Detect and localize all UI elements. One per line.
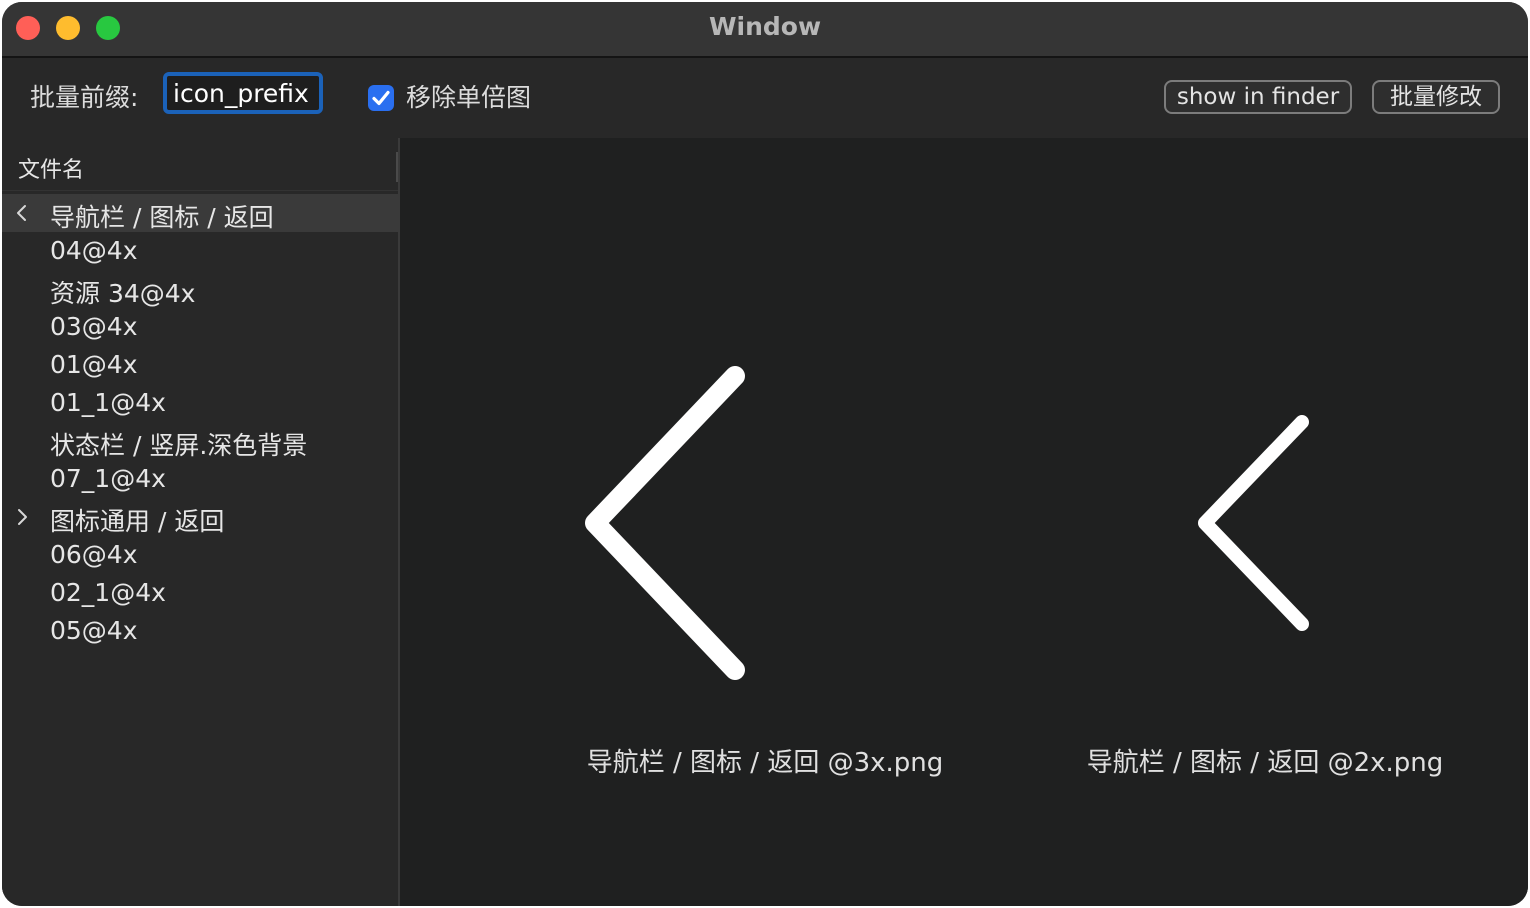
preview-pane: 导航栏 / 图标 / 返回 @3x.png 导航栏 / 图标 / 返回 @2x.… [400,138,1528,906]
list-item[interactable]: 02_1@4x [2,574,398,612]
file-list[interactable]: 文件名 导航栏 / 图标 / 返回 04@4x 资源 34@4x 03@4x 0… [2,138,400,906]
show-in-finder-button[interactable]: show in finder [1164,80,1352,114]
preview-image-3x [560,358,780,688]
list-item[interactable]: 07_1@4x [2,460,398,498]
list-item[interactable]: 导航栏 / 图标 / 返回 [2,194,398,232]
chevron-left-icon [1198,415,1309,631]
list-item[interactable]: 状态栏 / 竖屏.深色背景 [2,422,398,460]
preview-caption-3x: 导航栏 / 图标 / 返回 @3x.png [586,748,944,778]
prefix-input[interactable] [163,72,323,114]
list-item[interactable]: 03@4x [2,308,398,346]
chevron-right-icon[interactable] [14,508,30,526]
chevron-left-icon[interactable] [14,204,30,222]
list-item[interactable]: 图标通用 / 返回 [2,498,398,536]
batch-modify-button[interactable]: 批量修改 [1372,80,1500,114]
preview-image-2x [1180,408,1330,638]
column-resize-handle[interactable] [396,152,398,182]
list-item-label: 02_1@4x [50,578,166,607]
column-header-label: 文件名 [18,158,85,183]
list-item[interactable]: 04@4x [2,232,398,270]
list-item-label: 03@4x [50,312,138,341]
list-item-label: 01@4x [50,350,138,379]
window-title: Window [708,12,822,41]
app-window: Window 批量前缀: 移除单倍图 show in finder 批量修改 文… [2,2,1528,906]
list-item-label: 05@4x [50,616,138,645]
list-item-label: 01_1@4x [50,388,166,417]
remove-single-checkbox[interactable] [368,85,394,111]
chevron-left-icon [585,366,745,680]
preview-caption-2x: 导航栏 / 图标 / 返回 @2x.png [1086,748,1444,778]
list-item-label: 导航栏 / 图标 / 返回 [50,203,274,232]
list-item-label: 状态栏 / 竖屏.深色背景 [50,431,308,460]
column-header-filename[interactable]: 文件名 [2,138,398,191]
list-item[interactable]: 05@4x [2,612,398,650]
list-item-label: 图标通用 / 返回 [50,507,225,536]
remove-single-label[interactable]: 移除单倍图 [406,78,531,114]
list-item-label: 04@4x [50,236,138,265]
list-item-label: 06@4x [50,540,138,569]
list-item[interactable]: 01@4x [2,346,398,384]
list-item[interactable]: 06@4x [2,536,398,574]
checkmark-icon [372,90,390,106]
toolbar: 批量前缀: 移除单倍图 show in finder 批量修改 [2,58,1528,138]
list-item-label: 资源 34@4x [50,279,196,308]
prefix-label: 批量前缀: [30,83,139,112]
list-item-label: 07_1@4x [50,464,166,493]
list-item[interactable]: 01_1@4x [2,384,398,422]
title-bar[interactable]: Window [2,2,1528,58]
list-item[interactable]: 资源 34@4x [2,270,398,308]
